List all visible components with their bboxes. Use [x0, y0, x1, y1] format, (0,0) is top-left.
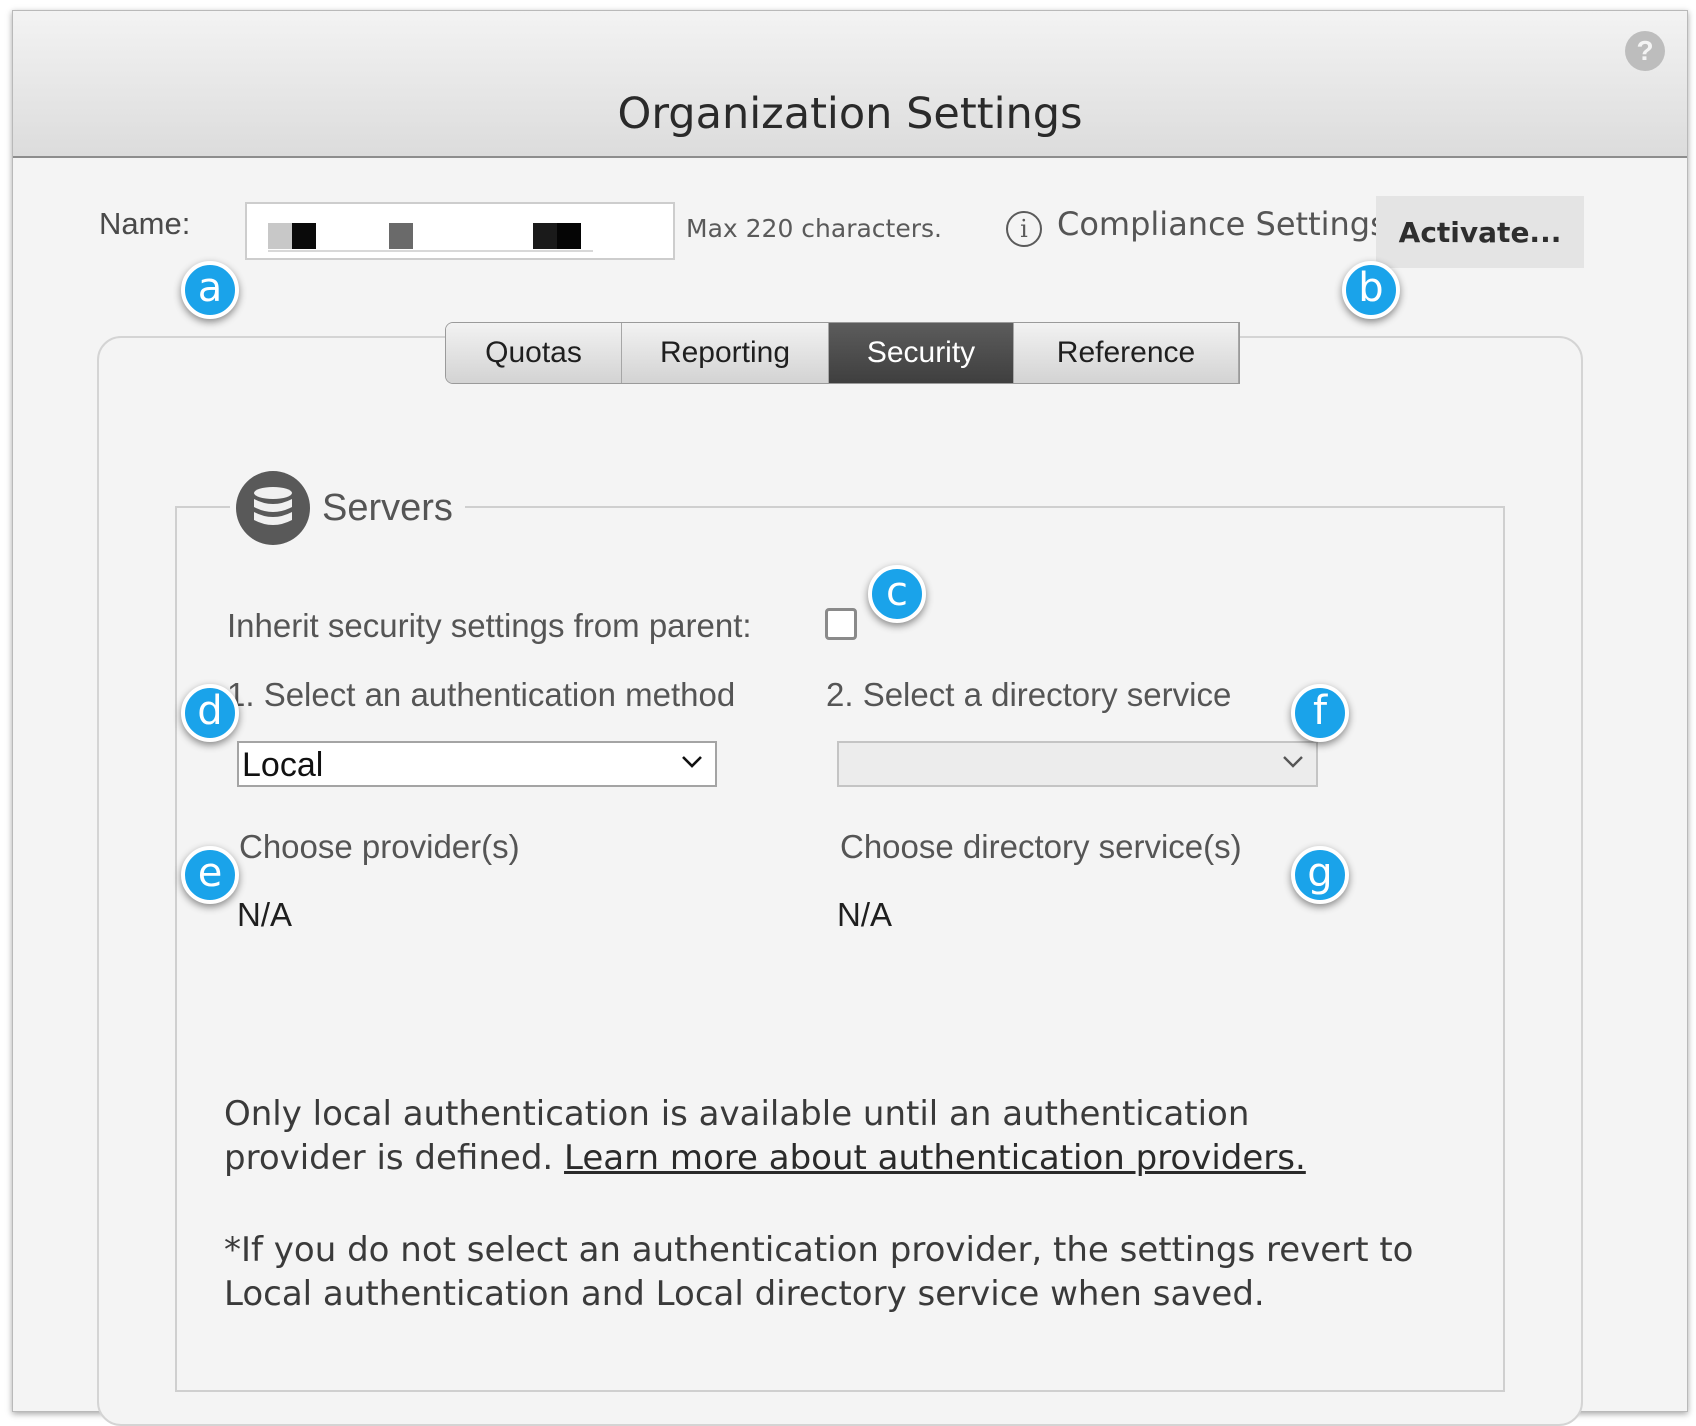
redacted-name-block	[389, 223, 413, 249]
redacted-name-block	[533, 223, 557, 249]
directory-service-select[interactable]	[837, 741, 1318, 787]
callout-c: c	[868, 565, 926, 623]
servers-legend: Servers	[230, 470, 465, 546]
tab-security[interactable]: Security	[829, 323, 1014, 383]
callout-d: d	[181, 684, 239, 742]
database-icon	[236, 471, 310, 545]
auth-info-text: Only local authentication is available u…	[224, 1092, 1374, 1180]
activate-button[interactable]: Activate...	[1376, 196, 1584, 268]
redacted-name-block	[292, 223, 316, 249]
servers-title: Servers	[322, 486, 453, 529]
tab-reporting[interactable]: Reporting	[622, 323, 829, 383]
inherit-security-label: Inherit security settings from parent:	[227, 607, 752, 644]
compliance-settings-label: Compliance Settings:	[1057, 205, 1398, 243]
callout-g: g	[1291, 846, 1349, 904]
callout-f: f	[1291, 684, 1349, 742]
revert-note-text: *If you do not select an authentication …	[224, 1230, 1414, 1314]
inherit-security-checkbox[interactable]	[825, 608, 857, 640]
providers-value: N/A	[237, 896, 293, 933]
choose-providers-label: Choose provider(s)	[239, 828, 520, 865]
auth-method-select[interactable]: Local	[237, 741, 717, 787]
tab-bar: Quotas Reporting Security Reference	[445, 322, 1240, 384]
name-hint: Max 220 characters.	[686, 214, 942, 243]
chevron-down-icon	[682, 756, 702, 768]
dialog-title: Organization Settings	[617, 89, 1083, 139]
chevron-down-icon	[1283, 756, 1303, 768]
directory-service-label: 2. Select a directory service	[826, 676, 1232, 713]
name-input[interactable]	[245, 202, 675, 260]
title-bar: Organization Settings ?	[13, 11, 1687, 158]
auth-method-value: Local	[242, 746, 324, 784]
input-underline	[268, 250, 593, 252]
tab-quotas[interactable]: Quotas	[446, 323, 622, 383]
choose-directory-services-label: Choose directory service(s)	[840, 828, 1242, 865]
info-icon[interactable]: i	[1006, 211, 1042, 247]
callout-b: b	[1342, 261, 1400, 319]
auth-method-label: 1. Select an authentication method	[227, 676, 736, 713]
callout-e: e	[181, 846, 239, 904]
redacted-name-block	[557, 223, 581, 249]
learn-more-link[interactable]: Learn more about authentication provider…	[564, 1138, 1306, 1178]
redacted-name-block	[268, 223, 292, 249]
help-icon[interactable]: ?	[1625, 31, 1665, 71]
tab-reference[interactable]: Reference	[1014, 323, 1239, 383]
directory-services-value: N/A	[837, 896, 893, 933]
callout-a: a	[181, 261, 239, 319]
name-label: Name:	[99, 206, 191, 241]
